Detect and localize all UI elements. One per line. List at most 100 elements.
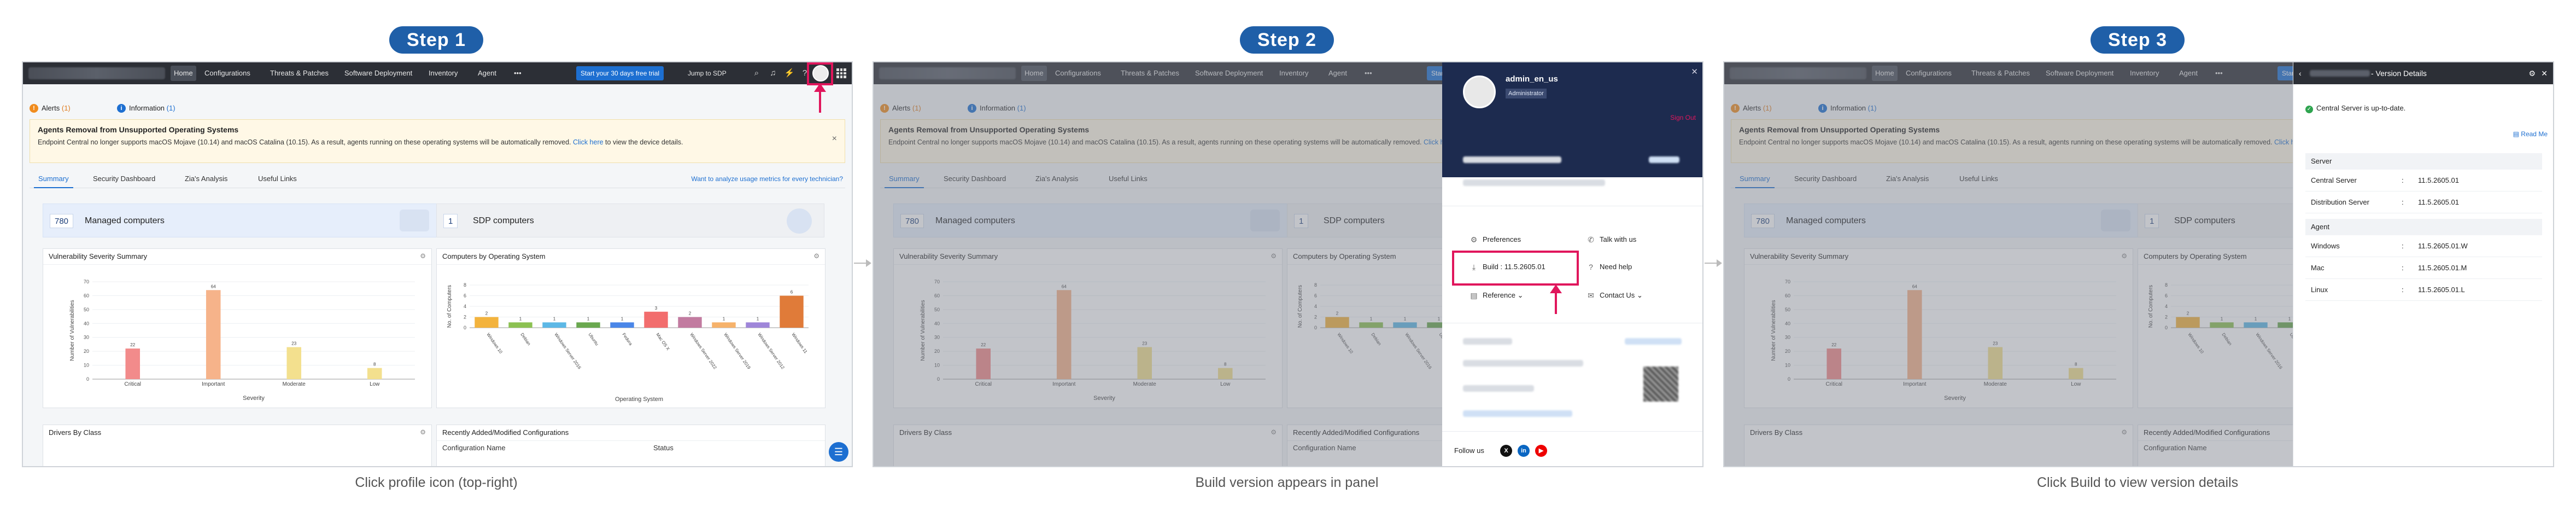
drivers-by-class-panel: Drivers By Class ⚙ xyxy=(43,425,432,466)
y-tick-label: 60 xyxy=(84,293,89,298)
product-logo xyxy=(28,67,165,79)
profile-panel: admin_en_us Administrator ✕ Sign Out ⚙ Pr… xyxy=(1442,62,1702,466)
book-icon: ▤ xyxy=(1470,291,1478,300)
alert-banner: Agents Removal from Unsupported Operatin… xyxy=(30,119,845,163)
dim-overlay xyxy=(874,62,1442,466)
vulnerability-severity-panel: Vulnerability Severity Summary ⚙ 0 10 20 30… xyxy=(43,248,432,408)
alerts-tab-label: Alerts xyxy=(42,104,60,112)
data-label: 1 xyxy=(723,316,725,321)
recent-configurations-panel: Recently Added/Modified Configurations C… xyxy=(436,425,826,466)
need-help-item[interactable]: ? Need help xyxy=(1585,262,1632,272)
apps-grid-icon[interactable] xyxy=(836,68,846,78)
nav-item-inventory[interactable]: Inventory xyxy=(425,62,461,84)
x-tick-label: Windows Server 2016 xyxy=(553,332,582,370)
computers-by-os-panel: Computers by Operating System ⚙ 0 2 4 6 8 2 Wi… xyxy=(436,248,826,408)
profile-icon-highlight xyxy=(807,62,833,85)
panel-settings-icon[interactable]: ⚙ xyxy=(420,428,426,436)
data-label: 3 xyxy=(655,306,658,311)
tab-security-dashboard[interactable]: Security Dashboard xyxy=(89,170,160,188)
chevron-left-icon[interactable]: ‹ xyxy=(2299,62,2302,84)
sdp-computers-label: SDP computers xyxy=(473,216,534,225)
dashboard-subtabs: Summary Security Dashboard Zia's Analysi… xyxy=(30,170,845,188)
close-icon[interactable]: ✕ xyxy=(1691,67,1698,77)
step-2-badge: Step 2 xyxy=(1239,26,1334,54)
tab-summary[interactable]: Summary xyxy=(34,170,73,188)
pointer-arrow xyxy=(1550,284,1562,314)
linkedin-icon[interactable]: in xyxy=(1518,445,1530,457)
alert-title: Agents Removal from Unsupported Operatin… xyxy=(38,125,239,134)
nav-item-home[interactable]: Home xyxy=(171,66,196,81)
y-axis-label: No. of Computers xyxy=(447,285,453,328)
os-chart: 0 2 4 6 8 2 Windows 10 1 Debian 1 Windows Server 2… xyxy=(447,282,809,403)
panel-settings-icon[interactable]: ⚙ xyxy=(813,252,819,260)
quick-actions-icon[interactable]: ⚡ xyxy=(784,68,795,79)
notification-bell-icon[interactable]: ♫ xyxy=(768,68,778,79)
profile-avatar xyxy=(1463,75,1496,108)
phone-icon: ✆ xyxy=(1588,235,1594,244)
x-tick-label: Moderate xyxy=(283,381,306,387)
server-group-heading: Server xyxy=(2305,153,2542,170)
tab-useful-links[interactable]: Useful Links xyxy=(254,170,301,188)
bar xyxy=(206,290,221,379)
x-tick-label: Windows 11 xyxy=(791,332,808,355)
settings-icon[interactable]: ⚙ xyxy=(2528,62,2536,84)
x-tick-label: Windows Server 2012 xyxy=(757,332,786,370)
y-tick-label: 6 xyxy=(464,293,466,299)
free-trial-button[interactable]: Start your 30 days free trial xyxy=(576,66,664,80)
x-axis-label: Operating System xyxy=(615,396,663,403)
x-tick-label: Windows Server 2019 xyxy=(723,332,752,370)
step-3-caption: Click Build to view version details xyxy=(2036,475,2239,490)
information-count: (1) xyxy=(166,104,175,112)
nav-more-menu[interactable]: ••• xyxy=(511,62,525,84)
dim-overlay xyxy=(1724,62,2293,466)
version-row: Windows:11.5.2605.01.W xyxy=(2305,235,2542,257)
y-axis-label: Number of Vulnerabilities xyxy=(69,300,75,361)
alerts-tab[interactable]: ! Alerts (1) xyxy=(30,102,71,115)
contact-us-item[interactable]: ✉ Contact Us ⌄ xyxy=(1585,290,1643,301)
click-here-link[interactable]: Click here xyxy=(573,138,604,146)
chat-assistant-button[interactable]: ☰ xyxy=(829,442,848,462)
nav-item-software-deployment[interactable]: Software Deployment xyxy=(341,62,415,84)
vulnerability-panel-title: Vulnerability Severity Summary xyxy=(49,252,148,260)
close-icon[interactable]: ✕ xyxy=(2541,62,2548,84)
server-status: ✓ Central Server is up-to-date. xyxy=(2305,104,2405,113)
tab-zias-analysis[interactable]: Zia's Analysis xyxy=(180,170,232,188)
blurred-promo xyxy=(1463,385,1534,392)
data-label: 2 xyxy=(485,311,488,316)
read-me-link[interactable]: ▤ Read Me xyxy=(2513,130,2548,138)
youtube-icon[interactable]: ▶ xyxy=(1535,445,1547,457)
x-tick-label: Windows 10 xyxy=(485,332,504,355)
managed-computers-card[interactable]: 780 Managed computers xyxy=(43,204,442,237)
data-label: 6 xyxy=(791,290,793,295)
recent-panel-title: Recently Added/Modified Configurations xyxy=(442,428,569,437)
step-connector-1 xyxy=(854,259,871,267)
profile-role-badge: Administrator xyxy=(1506,89,1547,98)
sign-out-link[interactable]: Sign Out xyxy=(1670,114,1696,121)
data-label: 1 xyxy=(621,316,624,321)
blurred-link xyxy=(1649,156,1679,163)
monitor-illustration-icon xyxy=(400,210,429,231)
x-social-icon[interactable]: X xyxy=(1500,445,1512,457)
agent-group-heading: Agent xyxy=(2305,219,2542,235)
screenshot-step-3: Home Configurations Threats & Patches So… xyxy=(1723,61,2554,467)
information-tab[interactable]: i Information (1) xyxy=(117,102,175,115)
jump-to-sdp-link[interactable]: Jump to SDP xyxy=(688,62,727,84)
nav-item-threats-patches[interactable]: Threats & Patches xyxy=(267,62,332,84)
sdp-computers-card[interactable]: 1 SDP computers xyxy=(436,204,824,237)
data-label: 2 xyxy=(689,311,692,316)
x-tick-label: Windows Server 2022 xyxy=(689,332,718,370)
panel-settings-icon[interactable]: ⚙ xyxy=(420,252,426,260)
reference-item[interactable]: ▤ Reference ⌄ xyxy=(1468,290,1523,301)
alerts-count: (1) xyxy=(61,104,71,112)
usage-metrics-link[interactable]: Want to analyze usage metrics for every … xyxy=(691,170,843,188)
close-icon[interactable]: × xyxy=(832,134,837,144)
nav-item-agent[interactable]: Agent xyxy=(475,62,500,84)
y-tick-label: 40 xyxy=(84,321,89,326)
bar xyxy=(125,348,140,379)
blurred-promo xyxy=(1463,338,1512,345)
talk-with-us-item[interactable]: ✆ Talk with us xyxy=(1585,234,1636,245)
preferences-item[interactable]: ⚙ Preferences xyxy=(1468,234,1521,245)
nav-item-configurations[interactable]: Configurations xyxy=(201,62,254,84)
search-icon[interactable]: ⌕ xyxy=(751,68,762,79)
screenshot-step-1: Home Configurations Threats & Patches So… xyxy=(22,61,853,467)
